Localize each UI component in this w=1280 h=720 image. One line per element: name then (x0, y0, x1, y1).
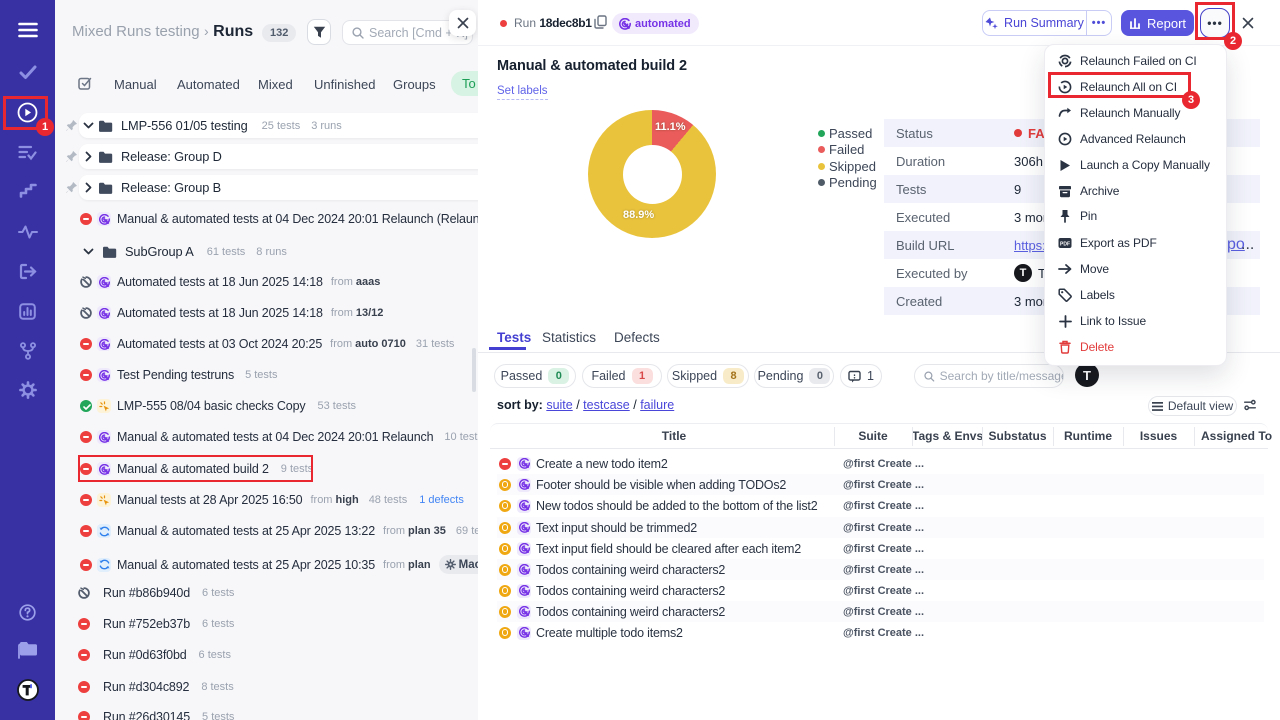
svg-text:PDF: PDF (1060, 242, 1070, 248)
